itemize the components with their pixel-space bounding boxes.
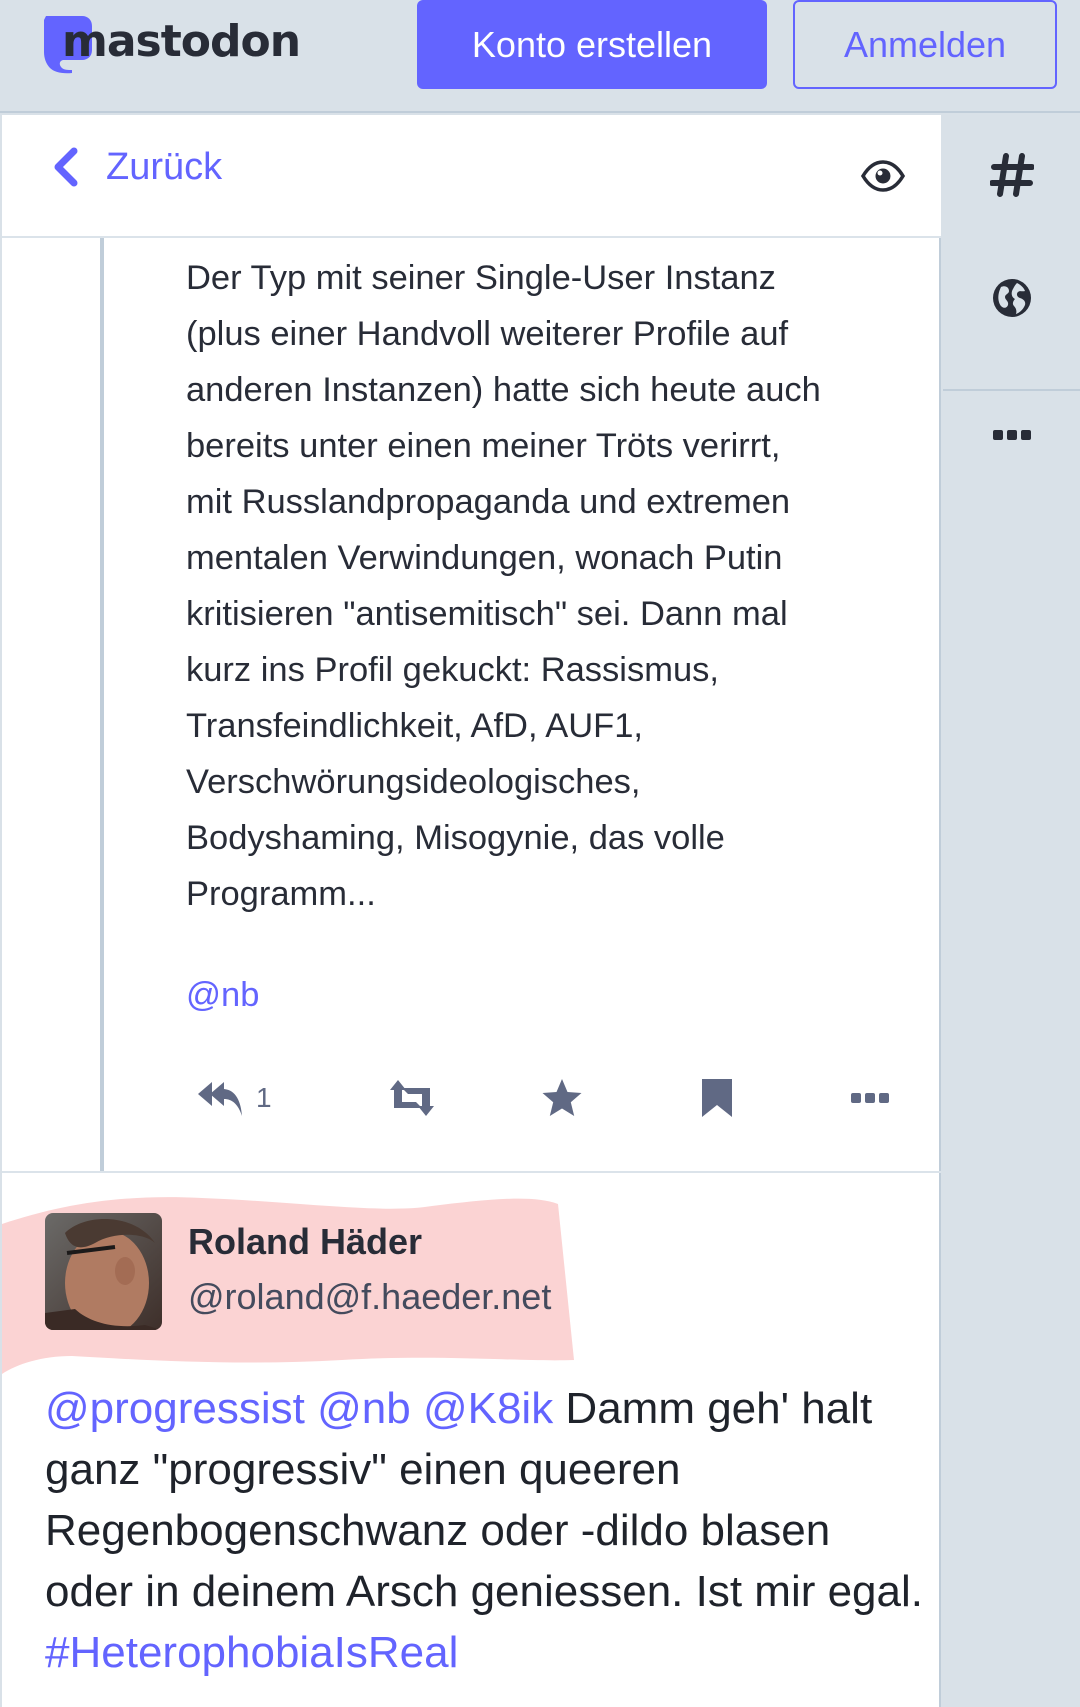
more-button[interactable] [850,1068,890,1128]
hashtag-icon [989,153,1034,197]
back-button[interactable]: Zurück [50,145,222,189]
status-line: Verschwörungsideologisches, [186,763,641,801]
focused-status-content: @progressist @nb @K8ik Damm geh' halt ga… [45,1378,925,1683]
status-line: kritisieren "antisemitisch" sei. Dann ma… [186,595,788,633]
back-label: Zurück [106,145,223,188]
status-line: anderen Instanzen) hatte sich heute auch [186,371,821,409]
bookmark-icon [702,1079,732,1117]
star-icon [542,1079,582,1116]
nav-hashtag[interactable] [943,150,1080,200]
nav-more[interactable] [943,415,1080,455]
status-divider [2,1171,941,1173]
reply-count: 1 [256,1082,272,1113]
mention-link[interactable]: @K8ik [423,1384,553,1433]
boost-button[interactable] [386,1068,438,1128]
more-icon [851,1093,889,1103]
mastodon-logo-icon: mastodon [38,12,301,74]
account-handle[interactable]: @roland@f.haeder.net [188,1276,551,1318]
status-line: (plus einer Handvoll weiterer Profile au… [186,315,789,353]
bookmark-button[interactable] [700,1068,734,1128]
mention-link[interactable]: @nb [317,1384,411,1433]
main-column: Zurück Der Typ mit seiner Single-User In… [2,115,941,1707]
mention-link[interactable]: @nb [186,976,259,1015]
avatar[interactable] [45,1213,162,1330]
logo-text: mastodon [62,16,301,67]
status-action-bar: 1 [186,1068,906,1128]
top-bar: mastodon Konto erstellen Anmelden [0,0,1080,113]
nav-explore[interactable] [943,273,1080,323]
navigation-panel [943,115,1080,1707]
status-line: mit Russlandpropaganda und extremen [186,483,791,521]
globe-icon [992,279,1031,317]
create-account-button[interactable]: Konto erstellen [417,0,767,89]
mention-link[interactable]: @progressist [45,1384,305,1433]
hashtag-link[interactable]: #HeterophobiaIsReal [45,1628,458,1677]
boost-icon [390,1080,434,1116]
eye-icon[interactable] [861,160,905,192]
login-button[interactable]: Anmelden [793,0,1057,89]
status-line: Der Typ mit seiner Single-User Instanz [186,259,776,297]
column-header: Zurück [2,115,941,238]
thread-line [100,238,104,1173]
mastodon-logo[interactable]: mastodon [38,12,301,74]
reply-all-icon [198,1082,242,1116]
nav-separator [943,389,1080,391]
favourite-button[interactable] [540,1068,584,1128]
status-line: Programm... [186,875,376,913]
reply-button[interactable]: 1 [196,1068,272,1128]
status-line: Transfeindlichkeit, AfD, AUF1, [186,707,643,745]
status-line: mentalen Verwindungen, wonach Putin [186,539,783,577]
display-name[interactable]: Roland Häder [188,1221,422,1263]
status-line: kurz ins Profil gekuckt: Rassismus, [186,651,719,689]
chevron-left-icon [54,147,78,187]
status-line: Bodyshaming, Misogynie, das volle [186,819,725,857]
ancestor-status-content: Der Typ mit seiner Single-User Instanz (… [186,250,906,922]
more-icon [992,430,1031,440]
status-line: bereits unter einen meiner Tröts verirrt… [186,427,781,465]
